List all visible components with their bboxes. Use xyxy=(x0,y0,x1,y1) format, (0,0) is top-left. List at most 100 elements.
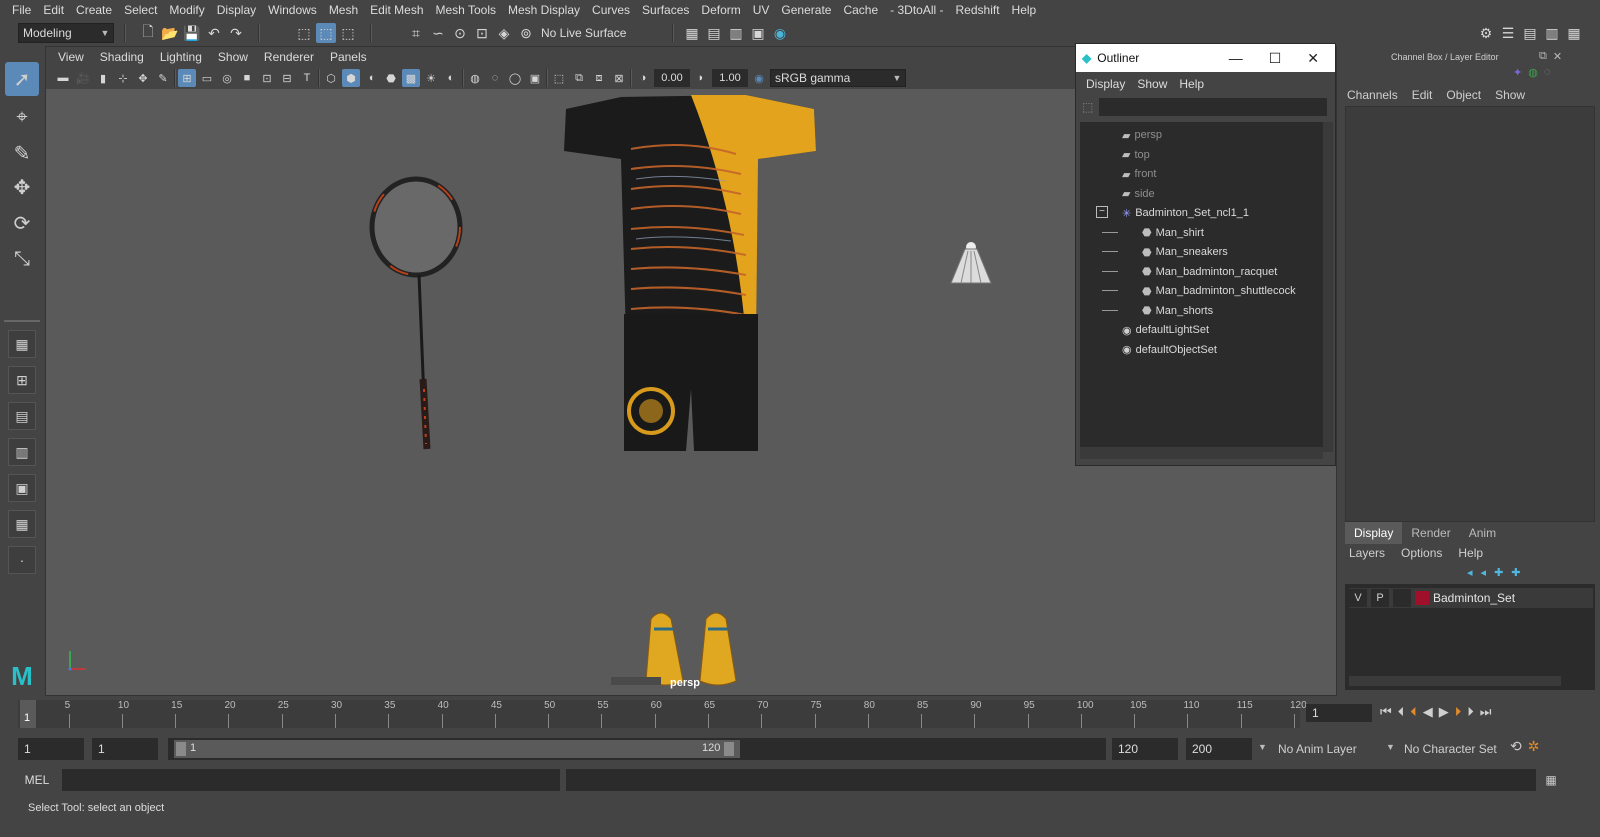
outliner-item[interactable]: ▰ persp xyxy=(1122,126,1162,144)
outliner-menu-item[interactable]: Show xyxy=(1131,77,1173,91)
layer-menu-item[interactable]: Options xyxy=(1401,546,1442,560)
ipr-render-icon[interactable]: ▥ xyxy=(726,23,746,43)
outliner-item[interactable]: ▰ top xyxy=(1122,146,1150,164)
exposure-field[interactable]: 0.00 xyxy=(654,69,690,87)
outliner-item[interactable]: ◉ defaultObjectSet xyxy=(1122,341,1217,359)
layer-tab-render[interactable]: Render xyxy=(1402,522,1460,544)
move-layer-up-icon[interactable]: ◂ xyxy=(1467,566,1473,579)
time-slider[interactable]: 1 5 10 15 20 25 30 35 40 45 50 55 60 65 70 75 80 85 90 95 1… xyxy=(0,696,1600,734)
outliner-tree[interactable]: ▰ persp ▰ top ▰ front ▰ side ✳ Badminton_Set_ncl1… xyxy=(1080,122,1323,452)
depth-of-field-icon[interactable]: ▣ xyxy=(526,69,544,87)
menu-item[interactable]: UV xyxy=(747,3,776,17)
isolate-select-icon[interactable]: ⬚ xyxy=(550,69,568,87)
exposure-icon[interactable]: ◑ xyxy=(634,69,652,87)
lasso-tool-icon[interactable]: ⌖ xyxy=(5,100,39,134)
menu-item[interactable]: Deform xyxy=(695,3,746,17)
channel-box-menu-item[interactable]: Channels xyxy=(1347,88,1398,102)
image-plane-icon[interactable]: ⊹ xyxy=(114,69,132,87)
multisample-aa-icon[interactable]: ◯ xyxy=(506,69,524,87)
layer-name[interactable]: Badminton_Set xyxy=(1433,591,1515,605)
use-all-lights-icon[interactable]: ☀ xyxy=(422,69,440,87)
safe-action-icon[interactable]: ⊟ xyxy=(278,69,296,87)
scale-tool-icon[interactable]: ⤡ xyxy=(5,242,39,276)
persp-uv-layout-icon[interactable]: ▦ xyxy=(8,510,36,538)
snap-live-icon[interactable]: ⊚ xyxy=(516,23,536,43)
xray-active-icon[interactable]: ⧈ xyxy=(590,69,608,87)
outliner-menu-item[interactable]: Display xyxy=(1080,77,1131,91)
viewport-menu-item[interactable]: View xyxy=(50,50,92,64)
toggle-outliner-icon[interactable]: ▦ xyxy=(1564,23,1584,43)
film-gate-icon[interactable]: ▭ xyxy=(198,69,216,87)
shorts-model[interactable] xyxy=(624,314,758,451)
render-view-icon[interactable]: ▣ xyxy=(748,23,768,43)
persp-hypershade-layout-icon[interactable]: ▣ xyxy=(8,474,36,502)
outliner-search-input[interactable] xyxy=(1099,98,1328,116)
new-layer-selected-icon[interactable]: ✚ xyxy=(1511,566,1520,579)
move-layer-down-icon[interactable]: ◂ xyxy=(1481,566,1487,579)
close-icon[interactable]: ✕ xyxy=(1307,50,1319,67)
step-back-frame-icon[interactable]: ⏴ xyxy=(1398,704,1405,720)
outliner-item[interactable]: ⬣ Man_shorts xyxy=(1102,302,1213,320)
play-forwards-icon[interactable]: ▶ xyxy=(1439,704,1449,720)
script-language-toggle[interactable]: MEL xyxy=(18,769,56,791)
live-surface-field[interactable]: No Live Surface xyxy=(541,23,637,43)
layer-color-swatch[interactable] xyxy=(1415,591,1429,605)
snap-surface-icon[interactable]: ◈ xyxy=(494,23,514,43)
outliner-item[interactable]: ✳ Badminton_Set_ncl1_1 − xyxy=(1096,204,1249,222)
toggle-modeling-toolkit-icon[interactable]: ▥ xyxy=(1542,23,1562,43)
playback-end-field[interactable]: 120 xyxy=(1112,738,1178,760)
camera-lock-icon[interactable]: 🎥 xyxy=(74,69,92,87)
minimize-icon[interactable]: — xyxy=(1229,50,1243,67)
gamma-field[interactable]: 1.00 xyxy=(712,69,748,87)
field-chart-icon[interactable]: ⊡ xyxy=(258,69,276,87)
wireframe-on-shaded-icon[interactable]: ⬣ xyxy=(382,69,400,87)
menu-item[interactable]: Cache xyxy=(837,3,884,17)
default-material-icon[interactable]: ◖ xyxy=(362,69,380,87)
shuttlecock-model[interactable] xyxy=(950,242,992,284)
menu-item[interactable]: Mesh Tools xyxy=(430,3,502,17)
snap-point-icon[interactable]: ⊙ xyxy=(450,23,470,43)
layer-scrollbar[interactable] xyxy=(1349,676,1561,686)
textured-icon[interactable]: ▩ xyxy=(402,69,420,87)
settings-icon[interactable]: ◌ xyxy=(1544,66,1551,79)
menu-set-dropdown[interactable]: Modeling ▼ xyxy=(18,23,114,43)
sneakers-model[interactable] xyxy=(611,612,737,686)
chevron-down-icon[interactable]: ▼ xyxy=(1386,742,1395,752)
outliner-item[interactable]: ⬣ Man_badminton_shuttlecock xyxy=(1102,282,1296,300)
gamma-icon[interactable]: ◗ xyxy=(692,69,710,87)
new-layer-icon[interactable]: ✚ xyxy=(1494,566,1503,579)
shadows-icon[interactable]: ◐ xyxy=(442,69,460,87)
select-object-icon[interactable]: ⬚ xyxy=(316,23,336,43)
filter-icon[interactable]: ⬚ xyxy=(1082,100,1093,114)
save-scene-icon[interactable]: 💾 xyxy=(182,23,202,43)
maximize-icon[interactable]: ☐ xyxy=(1269,50,1282,67)
snap-curve-icon[interactable]: ∽ xyxy=(428,23,448,43)
four-view-layout-icon[interactable]: ⊞ xyxy=(8,366,36,394)
step-forward-key-icon[interactable]: ⏵ xyxy=(1455,704,1462,720)
channel-box-menu-item[interactable]: Object xyxy=(1446,88,1481,102)
2d-pan-zoom-icon[interactable]: ✥ xyxy=(134,69,152,87)
layer-menu-item[interactable]: Help xyxy=(1458,546,1483,560)
close-panel-icon[interactable]: ✕ xyxy=(1553,50,1562,63)
viewport-menu-item[interactable]: Renderer xyxy=(256,50,322,64)
layer-tab-anim[interactable]: Anim xyxy=(1459,522,1506,544)
snap-view-icon[interactable]: ⊡ xyxy=(472,23,492,43)
viewport-menu-item[interactable]: Shading xyxy=(92,50,152,64)
animation-end-field[interactable]: 200 xyxy=(1186,738,1252,760)
menu-item[interactable]: Select xyxy=(118,3,163,17)
wireframe-icon[interactable]: ⬡ xyxy=(322,69,340,87)
snap-grid-icon[interactable]: ⌗ xyxy=(406,23,426,43)
menu-item[interactable]: Create xyxy=(70,3,118,17)
outliner-menu-item[interactable]: Help xyxy=(1173,77,1210,91)
persp-outliner-layout-icon[interactable]: ▤ xyxy=(8,402,36,430)
anim-layer-dropdown[interactable]: No Anim Layer xyxy=(1278,738,1382,760)
outliner-item[interactable]: ⬣ Man_shirt xyxy=(1102,224,1204,242)
menu-item[interactable]: Windows xyxy=(262,3,323,17)
render-settings-icon[interactable]: ▦ xyxy=(682,23,702,43)
layer-type-toggle[interactable] xyxy=(1393,589,1411,607)
menu-item[interactable]: Edit xyxy=(37,3,70,17)
layer-menu-item[interactable]: Layers xyxy=(1349,546,1385,560)
menu-item[interactable]: Modify xyxy=(163,3,210,17)
menu-item[interactable]: - 3DtoAll - xyxy=(884,3,949,17)
menu-item[interactable]: Redshift xyxy=(950,3,1006,17)
